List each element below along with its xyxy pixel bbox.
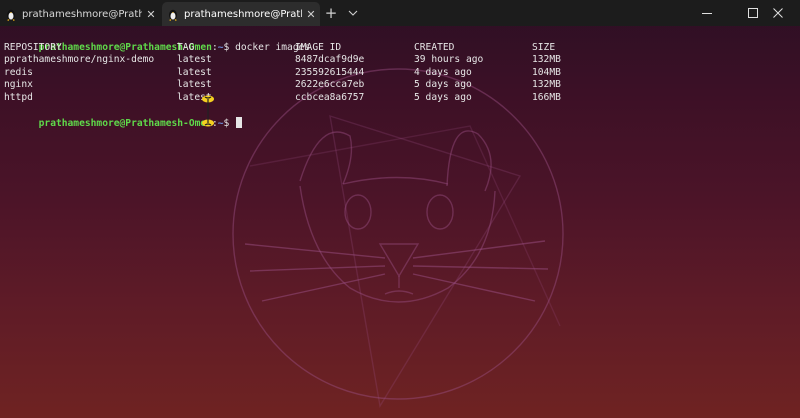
close-icon[interactable]: ✕ — [302, 2, 320, 26]
prompt-line: prathameshmore@Prathamesh-Omen:~$ — [4, 104, 310, 129]
minimize-icon — [702, 13, 712, 14]
terminal-window: prathameshmore@Prathamesh-Omen: ~ ✕ prat… — [0, 0, 800, 418]
tux-icon — [0, 2, 22, 26]
tag-cell: latest — [177, 54, 212, 65]
created-cell: 4 days ago — [414, 66, 472, 78]
text-cursor — [236, 116, 243, 128]
tab-1[interactable]: prathameshmore@Prathamesh-Omen: ~ ✕ — [0, 2, 160, 26]
repository-cell: redis — [4, 66, 33, 78]
repository-cell: pprathameshmore/nginx-demo — [4, 54, 155, 65]
tab-2-label: prathameshmore@Prathamesh-Omen: ~ — [184, 8, 302, 20]
table-row: pprathameshmore/nginx-demo latest 8487dc… — [4, 54, 561, 67]
header-image-id: IMAGE ID — [295, 41, 342, 53]
close-window-button[interactable] — [756, 0, 800, 26]
command-line: prathameshmore@Prathamesh-Omen:~$ docker… — [4, 29, 311, 53]
header-created: CREATED — [414, 41, 455, 53]
header-repository: REPOSITORY — [4, 41, 62, 53]
image-id-cell: 2622e6cca7eb — [295, 79, 365, 90]
scrollbar[interactable] — [794, 26, 800, 418]
title-bar: prathameshmore@Prathamesh-Omen: ~ ✕ prat… — [0, 0, 800, 26]
chevron-down-icon — [348, 10, 358, 16]
size-cell: 166MB — [532, 91, 561, 103]
repository-cell: httpd — [4, 91, 33, 103]
terminal-output[interactable]: prathameshmore@Prathamesh-Omen:~$ docker… — [4, 29, 561, 129]
created-cell: 5 days ago — [414, 91, 472, 103]
tab-1-label: prathameshmore@Prathamesh-Omen: ~ — [22, 8, 142, 20]
repository-cell: nginx — [4, 79, 33, 90]
size-cell: 104MB — [532, 66, 561, 78]
size-cell: 132MB — [532, 79, 561, 90]
minimize-button[interactable] — [684, 0, 730, 26]
table-row: nginx latest 2622e6cca7eb 5 days ago 132… — [4, 79, 561, 92]
mouse-pointer-icon — [202, 95, 214, 127]
tag-cell: latest — [177, 66, 212, 78]
table-row: httpd latest ccbcea8a6757 5 days ago 166… — [4, 91, 561, 105]
tux-icon — [162, 2, 184, 26]
tab-dropdown-button[interactable] — [342, 0, 364, 26]
table-row: redis latest 235592615444 4 days ago 104… — [4, 66, 561, 80]
header-size: SIZE — [532, 41, 556, 53]
image-id-cell: 8487dcaf9d9e — [295, 54, 365, 65]
image-id-cell: ccbcea8a6757 — [295, 91, 365, 103]
new-tab-button[interactable]: + — [320, 0, 342, 26]
prompt-dollar: $ — [223, 117, 236, 129]
tab-2[interactable]: prathameshmore@Prathamesh-Omen: ~ ✕ — [162, 2, 320, 26]
table-header: REPOSITORY TAG IMAGE ID CREATED SIZE — [4, 41, 555, 55]
tag-cell: latest — [177, 79, 212, 90]
close-icon — [773, 8, 783, 18]
header-tag: TAG — [177, 41, 195, 53]
prompt-user: prathameshmore@Prathamesh-Omen — [38, 117, 212, 129]
close-icon[interactable]: ✕ — [142, 2, 160, 26]
created-cell: 5 days ago — [414, 79, 472, 90]
size-cell: 132MB — [532, 54, 561, 65]
created-cell: 39 hours ago — [414, 54, 484, 65]
image-id-cell: 235592615444 — [295, 66, 365, 78]
